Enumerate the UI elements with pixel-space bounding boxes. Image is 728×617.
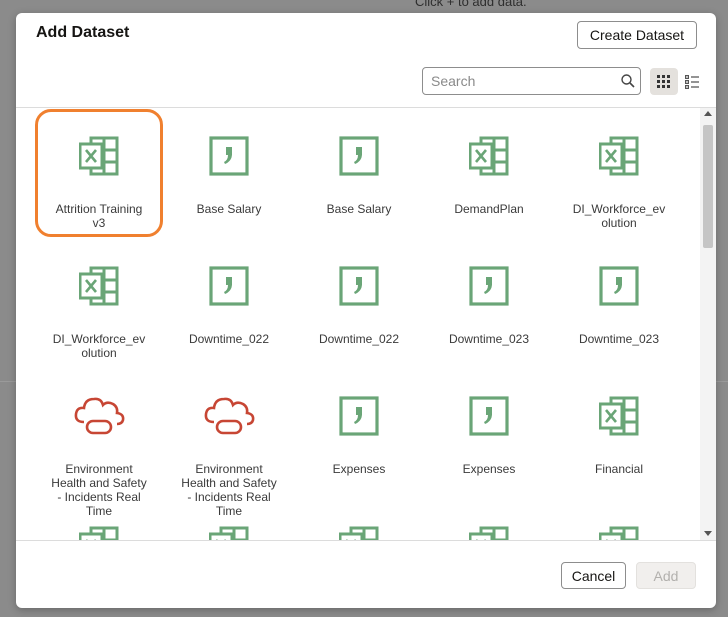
- excel-file-icon: [598, 526, 639, 540]
- dataset-label: Downtime_022: [299, 332, 419, 346]
- dataset-label: Base Salary: [169, 202, 289, 216]
- dataset-label: Attrition Training v3: [39, 202, 159, 230]
- subject-area-icon: [209, 136, 249, 176]
- scroll-thumb[interactable]: [703, 125, 713, 248]
- dataset-label-line: DI_Workforce_ev: [572, 202, 666, 216]
- dataset-tile[interactable]: Expenses: [424, 368, 554, 498]
- dataset-tile[interactable]: Base Salary: [164, 108, 294, 238]
- excel-file-icon: [598, 396, 639, 436]
- dataset-label: DI_Workforce_ev olution: [39, 332, 159, 360]
- excel-file-icon: [468, 526, 509, 540]
- subject-area-icon: [339, 136, 379, 176]
- excel-file-icon: [208, 526, 249, 540]
- excel-file-icon: [78, 136, 119, 176]
- subject-area-icon: [469, 266, 509, 306]
- dataset-label-line: Environment: [65, 462, 133, 476]
- dataset-label-line: Environment: [195, 462, 263, 476]
- cloud-database-icon: [203, 394, 255, 435]
- search-input[interactable]: [431, 72, 611, 90]
- dialog-title: Add Dataset: [36, 24, 130, 41]
- dataset-label-line: Health and Safety: [51, 476, 147, 490]
- excel-file-icon: [338, 526, 379, 540]
- dataset-label: Expenses: [429, 462, 549, 476]
- background-hint: Click + to add data.: [415, 0, 527, 9]
- dataset-tile[interactable]: Downtime_022: [164, 238, 294, 368]
- dataset-label: Downtime_023: [559, 332, 679, 346]
- list-view-icon[interactable]: [682, 68, 702, 95]
- dataset-label: DemandPlan: [429, 202, 549, 216]
- dataset-tile[interactable]: Downtime_023: [554, 238, 684, 368]
- dataset-tile[interactable]: Downtime_022: [294, 238, 424, 368]
- dataset-label-line: Attrition Training: [55, 202, 143, 216]
- dataset-label: Downtime_022: [169, 332, 289, 346]
- scroll-down-arrow-icon[interactable]: [704, 531, 712, 536]
- dataset-label: Downtime_023: [429, 332, 549, 346]
- grid-view-icon[interactable]: [650, 68, 678, 95]
- add-dataset-dialog: Add Dataset Create Dataset Search Attrit…: [16, 13, 716, 608]
- excel-file-icon: [78, 526, 119, 540]
- create-dataset-button[interactable]: Create Dataset: [577, 21, 697, 49]
- dataset-label-line: Base Salary: [326, 202, 392, 216]
- dataset-tile[interactable]: DI_Workforce_ev olution: [34, 238, 164, 368]
- dataset-tile[interactable]: [294, 498, 424, 540]
- excel-file-icon: [598, 136, 639, 176]
- cancel-button[interactable]: Cancel: [561, 562, 626, 589]
- subject-area-icon: [469, 396, 509, 436]
- dataset-label-line: Downtime_023: [448, 332, 530, 346]
- dataset-label-line: DemandPlan: [454, 202, 524, 216]
- dataset-label-line: olution: [81, 346, 117, 360]
- dataset-grid: Attrition Training v3 Base Salary Base Sala…: [16, 108, 700, 540]
- footer-divider: [16, 540, 716, 541]
- subject-area-icon: [339, 266, 379, 306]
- dataset-tile[interactable]: [424, 498, 554, 540]
- subject-area-icon: [599, 266, 639, 306]
- subject-area-icon: [209, 266, 249, 306]
- grid-scrollbar[interactable]: [700, 108, 716, 540]
- dataset-label-line: Downtime_022: [188, 332, 270, 346]
- search-box[interactable]: [422, 67, 641, 95]
- dataset-label-line: Base Salary: [196, 202, 262, 216]
- dataset-tile[interactable]: Environment Health and Safety - Incidents …: [34, 368, 164, 518]
- dataset-label-line: Financial: [594, 462, 644, 476]
- dataset-label: Financial: [559, 462, 679, 476]
- dataset-tile[interactable]: [164, 498, 294, 540]
- subject-area-icon: [339, 396, 379, 436]
- excel-file-icon: [468, 136, 509, 176]
- dataset-label-line: v3: [92, 216, 106, 230]
- dataset-label-line: Downtime_023: [578, 332, 660, 346]
- dataset-tile[interactable]: [34, 498, 164, 540]
- dataset-tile[interactable]: [554, 498, 684, 540]
- dataset-label-line: DI_Workforce_ev: [52, 332, 146, 346]
- dataset-tile[interactable]: DI_Workforce_ev olution: [554, 108, 684, 238]
- dataset-label: DI_Workforce_ev olution: [559, 202, 679, 230]
- dataset-label-line: Health and Safety: [181, 476, 277, 490]
- dataset-label-line: Expenses: [332, 462, 386, 476]
- dataset-tile[interactable]: Financial: [554, 368, 684, 498]
- cloud-database-icon: [73, 394, 125, 435]
- dataset-tile[interactable]: DemandPlan: [424, 108, 554, 238]
- dataset-label-line: Downtime_022: [318, 332, 400, 346]
- dataset-label: Base Salary: [299, 202, 419, 216]
- dataset-tile[interactable]: Base Salary: [294, 108, 424, 238]
- dataset-tile[interactable]: Environment Health and Safety - Incidents …: [164, 368, 294, 518]
- excel-file-icon: [78, 266, 119, 306]
- dataset-label-line: Expenses: [462, 462, 516, 476]
- dataset-label: Expenses: [299, 462, 419, 476]
- dataset-label-line: olution: [601, 216, 637, 230]
- dataset-tile[interactable]: Attrition Training v3: [34, 108, 164, 238]
- add-button[interactable]: Add: [636, 562, 696, 589]
- dataset-tile[interactable]: Expenses: [294, 368, 424, 498]
- search-icon[interactable]: [620, 73, 636, 89]
- dataset-tile[interactable]: Downtime_023: [424, 238, 554, 368]
- scroll-up-arrow-icon[interactable]: [704, 111, 712, 116]
